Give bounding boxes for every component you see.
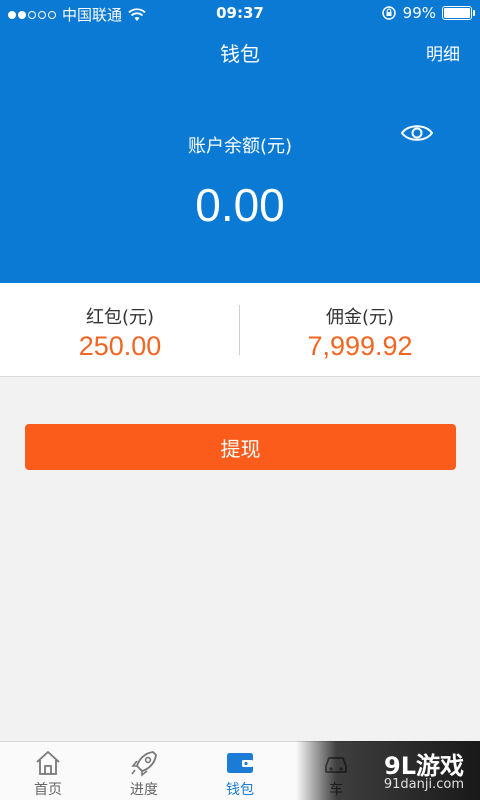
withdraw-button[interactable]: 提现 [25,424,456,470]
site-watermark: 9L游戏 91danji.com [296,741,480,800]
red-packet-stat[interactable]: 红包(元) 250.00 [0,283,240,376]
details-link[interactable]: 明细 [426,40,460,65]
home-icon [36,751,60,775]
earnings-summary: 红包(元) 250.00 佣金(元) 7,999.92 [0,283,480,377]
status-bar: 中国联通 09:37 99% [0,0,480,26]
page-title: 钱包 [220,42,260,66]
commission-stat[interactable]: 佣金(元) 7,999.92 [240,283,480,376]
wallet-icon [227,753,253,773]
red-packet-value: 250.00 [78,331,162,361]
commission-label: 佣金(元) [325,307,395,328]
tab-wallet-label: 钱包 [226,782,254,798]
wallet-header: 中国联通 09:37 99% 钱包 明细 账户余额(元) 0.00 [0,0,480,283]
battery-percent: 99% [402,4,436,22]
tab-home[interactable]: 首页 [0,742,96,800]
commission-value: 7,999.92 [307,331,413,361]
eye-icon[interactable] [400,121,434,145]
watermark-url: 91danji.com [383,777,464,792]
tab-home-label: 首页 [34,782,62,798]
red-packet-label: 红包(元) [85,307,155,328]
rocket-icon [131,751,157,777]
tab-progress[interactable]: 进度 [96,742,192,800]
battery-icon [442,6,475,20]
rotation-lock-icon [381,6,396,20]
watermark-logo: 9L游戏 [384,752,464,780]
tab-progress-label: 进度 [130,782,158,798]
balance-value: 0.00 [195,179,285,231]
stats-divider [239,305,240,355]
status-right: 99% [381,4,475,22]
tab-wallet[interactable]: 钱包 [192,742,288,800]
